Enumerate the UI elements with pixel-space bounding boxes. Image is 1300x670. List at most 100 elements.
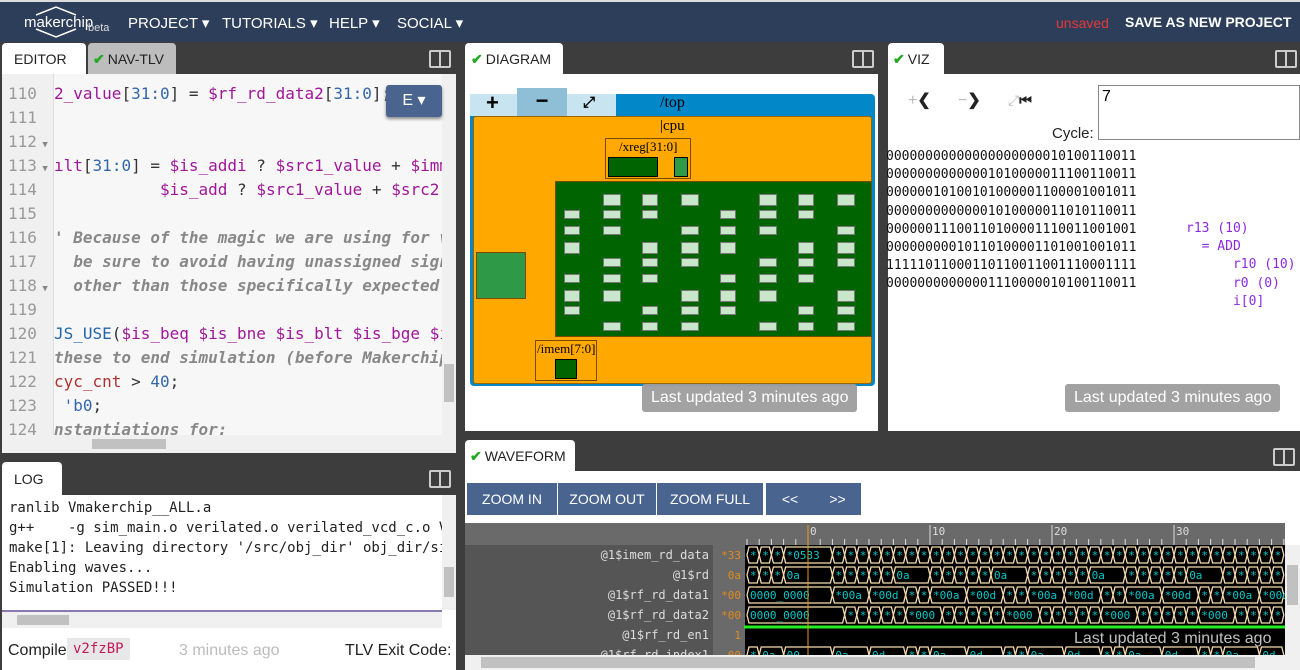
tab-diagram[interactable]: ✔ DIAGRAM (465, 43, 563, 74)
signal-node[interactable] (681, 322, 699, 331)
save-as-new-project-button[interactable]: SAVE AS NEW PROJECT (1125, 14, 1291, 30)
waveform-vertical-scrollbar[interactable] (1285, 545, 1300, 655)
signal-node[interactable] (720, 290, 736, 302)
top-scope[interactable]: + − ⤢ /top |cpu /xreg[31:0] /imem[7:0] (470, 88, 875, 386)
menu-help[interactable]: HELP ▾ (329, 14, 380, 32)
signal-node[interactable] (564, 306, 580, 315)
signal-node[interactable] (798, 258, 814, 267)
signal-node[interactable] (720, 226, 736, 235)
tab-waveform[interactable]: ✔ WAVEFORM (465, 440, 575, 471)
signal-node[interactable] (681, 258, 699, 267)
signal-name[interactable]: @1$rf_rd_data1 (608, 588, 709, 602)
signal-node[interactable] (759, 322, 777, 331)
cycle-input[interactable]: 7 (1098, 85, 1300, 140)
editor-vertical-scrollbar[interactable] (442, 74, 456, 453)
signal-node[interactable] (837, 242, 855, 254)
signal-node[interactable] (837, 194, 855, 206)
log-vertical-scrollbar[interactable] (442, 495, 456, 610)
code-editor[interactable]: 110 111 112 ▼ 113 ▼ 114 115 116 117 118 ▼ 119 120 1… (2, 74, 442, 449)
signal-node[interactable] (642, 210, 658, 219)
signal-node[interactable] (837, 226, 855, 235)
signal-node[interactable] (837, 290, 855, 302)
scroll-right-button[interactable]: >> (814, 483, 861, 515)
signal-node[interactable] (642, 242, 658, 254)
tab-viz[interactable]: ✔ VIZ (888, 43, 944, 74)
signal-node[interactable] (564, 210, 580, 219)
signal-node[interactable] (837, 258, 855, 267)
signal-node[interactable] (564, 274, 580, 283)
split-panel-icon[interactable] (1273, 448, 1295, 466)
signal-node[interactable] (837, 306, 855, 315)
zoom-in-button[interactable]: ZOOM IN (467, 483, 557, 515)
signal-node[interactable] (564, 242, 580, 254)
zoom-out-button[interactable]: ZOOM OUT (558, 483, 656, 515)
signal-node[interactable] (759, 290, 777, 302)
signal-node[interactable] (681, 242, 699, 254)
signal-node[interactable] (681, 306, 699, 315)
tab-nav-tlv[interactable]: ✔ NAV-TLV (88, 43, 176, 74)
signal-node[interactable] (642, 306, 658, 315)
split-panel-icon[interactable] (852, 50, 874, 68)
signal-name[interactable]: @1$rf_rd_en1 (622, 628, 709, 642)
signal-node[interactable] (798, 242, 814, 254)
fold-arrow-icon[interactable]: ▼ (37, 140, 47, 150)
signal-node[interactable] (759, 258, 777, 267)
zoom-full-button[interactable]: ZOOM FULL (657, 483, 763, 515)
log-horizontal-scrollbar[interactable] (2, 612, 442, 628)
signal-node[interactable] (759, 210, 777, 219)
signal-node[interactable] (642, 322, 658, 331)
editor-mode-button[interactable]: E ▾ (386, 85, 442, 117)
fit-expand-icon[interactable]: ⤢ (583, 94, 595, 111)
signal-node[interactable] (798, 322, 814, 331)
signal-node[interactable] (603, 194, 621, 206)
signal-node[interactable] (603, 258, 621, 267)
zoom-out-icon[interactable]: − (517, 88, 567, 116)
scroll-left-button[interactable]: << (766, 483, 814, 515)
signal-node[interactable] (720, 210, 736, 219)
tab-log[interactable]: LOG (2, 462, 62, 495)
signal-node[interactable] (642, 258, 658, 267)
signal-node[interactable] (681, 226, 699, 235)
signal-node[interactable] (642, 274, 658, 283)
makerchip-logo[interactable]: makerchip beta (22, 6, 112, 38)
signal-node[interactable] (642, 194, 658, 206)
signal-name[interactable]: @1$rf_rd_data2 (608, 608, 709, 622)
step-back-button[interactable]: +❮ (908, 90, 931, 110)
signal-node[interactable] (603, 226, 621, 235)
signal-node[interactable] (759, 226, 777, 235)
signal-node[interactable] (798, 194, 814, 206)
cpu-pipeline[interactable]: |cpu /xreg[31:0] /imem[7:0] (473, 116, 872, 384)
signal-node[interactable] (759, 274, 777, 283)
split-panel-icon[interactable] (1275, 50, 1297, 68)
split-panel-icon[interactable] (429, 50, 451, 68)
imem-scope[interactable]: /imem[7:0] (535, 340, 597, 381)
signal-node[interactable] (837, 322, 855, 331)
signal-node[interactable] (798, 306, 814, 315)
menu-tutorials[interactable]: TUTORIALS ▾ (222, 14, 318, 32)
signal-node[interactable] (759, 194, 777, 206)
reset-cycle-button[interactable]: ⤢⏮ (1008, 92, 1032, 109)
signal-node[interactable] (798, 274, 814, 283)
signal-node[interactable] (798, 210, 814, 219)
tab-editor[interactable]: EDITOR (2, 43, 86, 74)
fold-arrow-icon[interactable]: ▼ (37, 284, 47, 294)
signal-node[interactable] (681, 194, 699, 206)
compile-id[interactable]: v2fzBP (67, 638, 130, 660)
menu-project[interactable]: PROJECT ▾ (128, 14, 209, 32)
fold-arrow-icon[interactable]: ▼ (37, 164, 47, 174)
signal-node[interactable] (720, 274, 736, 283)
signal-node[interactable] (720, 306, 736, 315)
stage-1-block[interactable] (555, 181, 872, 337)
split-panel-icon[interactable] (429, 470, 451, 488)
menu-social[interactable]: SOCIAL ▾ (397, 14, 463, 32)
signal-node[interactable] (603, 274, 621, 283)
signal-node[interactable] (603, 290, 621, 302)
signal-node[interactable] (603, 322, 621, 331)
stage-0-block[interactable] (476, 252, 526, 299)
signal-name[interactable]: @1$rd (673, 568, 709, 582)
signal-node[interactable] (681, 290, 699, 302)
signal-node[interactable] (564, 290, 580, 302)
signal-name[interactable]: @1$imem_rd_data (601, 548, 709, 562)
step-forward-button[interactable]: −❯ (958, 90, 981, 110)
xreg-scope[interactable]: /xreg[31:0] (605, 138, 691, 179)
